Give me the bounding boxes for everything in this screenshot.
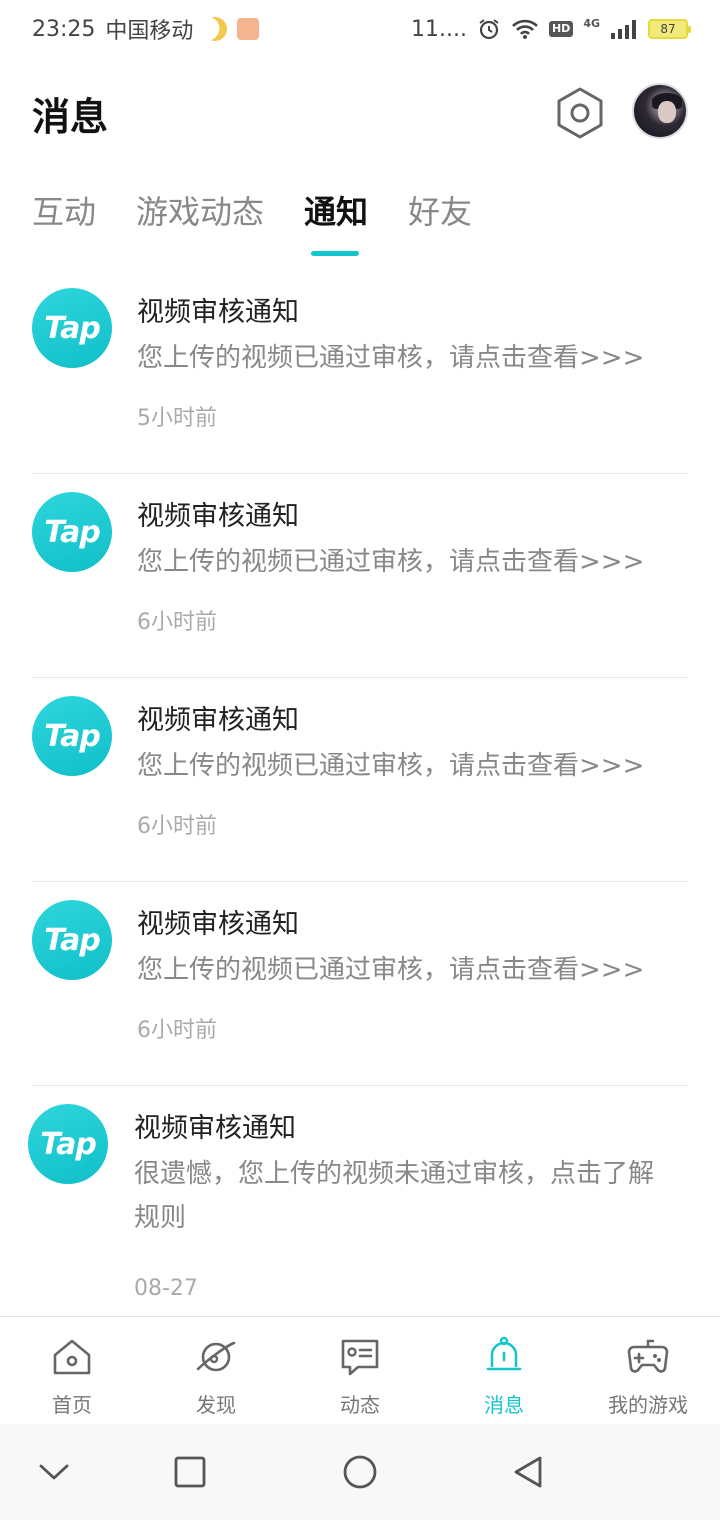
notification-time: 6小时前 [137, 610, 217, 635]
system-home-button[interactable] [340, 1452, 380, 1492]
system-collapse-button[interactable] [34, 1452, 74, 1492]
bottom-navigation: 首页 发现 动态 消息 我的游戏 [0, 1316, 720, 1424]
notification-time: 08-27 [134, 1276, 198, 1301]
notification-list: Tap 视频审核通知 您上传的视频已通过审核，请点击查看>>> 5小时前 Tap… [0, 270, 720, 1330]
user-avatar[interactable] [632, 83, 688, 139]
tap-logo-icon: Tap [32, 696, 112, 776]
nav-feed[interactable]: 动态 [288, 1317, 432, 1424]
alarm-icon [477, 17, 501, 41]
notification-item[interactable]: Tap 视频审核通知 您上传的视频已通过审核，请点击查看>>> 6小时前 [0, 678, 720, 882]
notification-title: 视频审核通知 [137, 297, 299, 328]
nav-my-games[interactable]: 我的游戏 [576, 1317, 720, 1424]
notification-time: 6小时前 [137, 1018, 217, 1043]
status-carrier: 中国移动 [105, 19, 194, 44]
notification-time: 5小时前 [137, 406, 217, 431]
system-navigation-bar [0, 1424, 720, 1520]
notification-body: 您上传的视频已通过审核，请点击查看>>> [137, 955, 645, 985]
settings-hexagon-icon [557, 87, 603, 139]
status-network-speed: 11.... [411, 16, 467, 42]
tab-game-updates[interactable]: 游戏动态 [136, 190, 264, 240]
tap-logo-icon: Tap [28, 1104, 108, 1184]
notification-body: 您上传的视频已通过审核，请点击查看>>> [137, 343, 645, 373]
notification-item[interactable]: Tap 视频审核通知 您上传的视频已通过审核，请点击查看>>> 6小时前 [0, 474, 720, 678]
nav-home[interactable]: 首页 [0, 1317, 144, 1424]
notification-time: 6小时前 [137, 814, 217, 839]
notification-title: 视频审核通知 [134, 1113, 296, 1144]
bell-icon [482, 1335, 526, 1379]
moon-icon [200, 14, 231, 45]
signal-icon [610, 19, 638, 39]
home-icon [50, 1335, 94, 1379]
nav-discover[interactable]: 发现 [144, 1317, 288, 1424]
avatar-face [658, 101, 676, 123]
app-screen: 23:25 中国移动 11.... HD 4G 87 消息 互动 游戏动态 通知… [0, 0, 720, 1520]
gamepad-icon [626, 1335, 670, 1379]
message-tabs: 互动 游戏动态 通知 好友 [32, 190, 472, 256]
notification-app-icon [237, 18, 260, 40]
notification-body: 很遗憾，您上传的视频未通过审核，点击了解规则 [134, 1159, 655, 1233]
settings-button[interactable] [556, 86, 604, 140]
page-title: 消息 [32, 95, 109, 139]
system-recents-button[interactable] [170, 1452, 210, 1492]
tap-logo-icon: Tap [32, 900, 112, 980]
status-bar: 23:25 中国移动 11.... HD 4G 87 [0, 0, 720, 58]
planet-icon [194, 1335, 238, 1379]
nav-label: 我的游戏 [608, 1393, 688, 1417]
tab-interaction[interactable]: 互动 [32, 190, 96, 240]
nav-label: 首页 [52, 1393, 92, 1417]
nav-messages[interactable]: 消息 [432, 1317, 576, 1424]
square-icon [174, 1456, 206, 1488]
notification-title: 视频审核通知 [137, 501, 299, 532]
notification-title: 视频审核通知 [137, 705, 299, 736]
network-type: 4G [583, 16, 600, 30]
tap-logo-icon: Tap [32, 288, 112, 368]
notification-title: 视频审核通知 [137, 909, 299, 940]
hd-badge: HD [548, 21, 574, 37]
notification-item[interactable]: Tap 视频审核通知 您上传的视频已通过审核，请点击查看>>> 6小时前 [0, 882, 720, 1086]
notification-item[interactable]: Tap 视频审核通知 很遗憾，您上传的视频未通过审核，点击了解规则 08-27 [0, 1086, 720, 1330]
status-time: 23:25 [32, 16, 96, 42]
battery-indicator: 87 [648, 19, 691, 39]
tab-friends[interactable]: 好友 [408, 190, 472, 240]
system-back-button[interactable] [508, 1452, 548, 1492]
notification-item[interactable]: Tap 视频审核通知 您上传的视频已通过审核，请点击查看>>> 5小时前 [0, 270, 720, 474]
page-header: 消息 [0, 70, 720, 160]
nav-label: 动态 [340, 1393, 380, 1417]
active-tab-indicator [311, 251, 360, 256]
nav-label: 消息 [484, 1393, 524, 1417]
tab-notifications[interactable]: 通知 [304, 190, 368, 256]
nav-label: 发现 [196, 1393, 236, 1417]
chevron-down-icon [39, 1464, 69, 1480]
notification-body: 您上传的视频已通过审核，请点击查看>>> [137, 547, 645, 577]
circle-icon [343, 1455, 377, 1489]
wifi-icon [511, 18, 539, 40]
chat-card-icon [338, 1335, 382, 1379]
notification-body: 您上传的视频已通过审核，请点击查看>>> [137, 751, 645, 781]
tap-logo-icon: Tap [32, 492, 112, 572]
back-triangle-icon [514, 1456, 542, 1488]
